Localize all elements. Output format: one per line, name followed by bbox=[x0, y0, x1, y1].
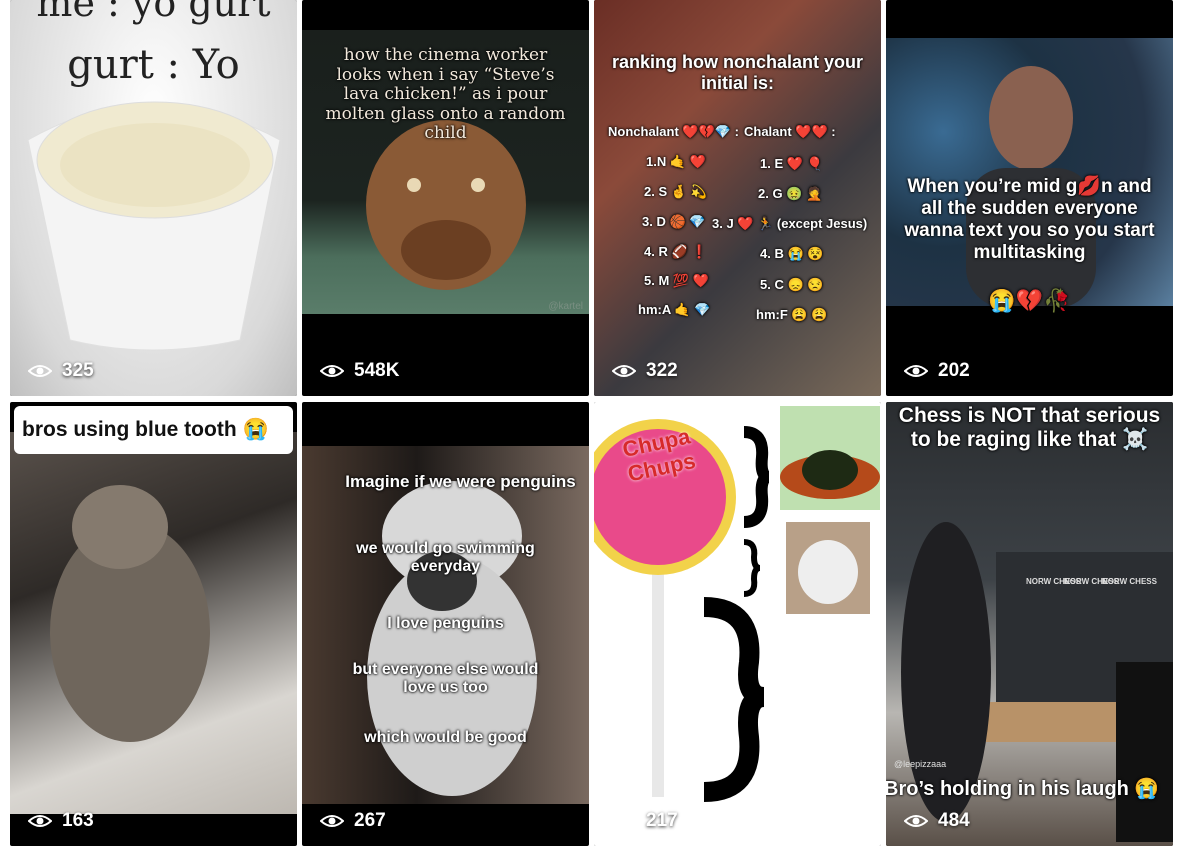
view-count: 322 bbox=[612, 360, 678, 382]
eye-icon bbox=[612, 365, 636, 377]
view-count-value: 217 bbox=[646, 810, 678, 831]
eye-icon bbox=[904, 815, 928, 827]
video-tile[interactable]: NORW CHESS NORW CHESS NORW CHESS Chess i… bbox=[886, 402, 1173, 846]
person-image bbox=[966, 66, 1096, 306]
video-thumbnail bbox=[10, 432, 297, 814]
emoji-row: 😭💔🥀 bbox=[988, 288, 1071, 313]
view-count: 217 bbox=[612, 810, 678, 832]
left-item: 4. R 🏈 ❗ bbox=[644, 244, 708, 259]
eye-icon bbox=[612, 815, 636, 827]
video-tile[interactable]: how the cinema worker looks when i say “… bbox=[302, 0, 589, 396]
video-tile[interactable]: ranking how nonchalant your initial is: … bbox=[594, 0, 881, 396]
left-item: 2. S 🤞 💫 bbox=[644, 184, 707, 199]
text-line: but everyone else would love us too bbox=[352, 661, 539, 697]
video-grid: me : yo gurt gurt : Yo 325 how the cinem… bbox=[0, 0, 1179, 846]
view-count-value: 202 bbox=[938, 360, 970, 381]
right-heading: Chalant ❤️❤️ : bbox=[744, 124, 836, 139]
view-count: 163 bbox=[28, 810, 94, 832]
view-count-value: 484 bbox=[938, 810, 970, 831]
right-item: 5. C 😞 😒 bbox=[760, 277, 824, 292]
video-thumbnail: When you’re mid g💋n and all the sudden e… bbox=[886, 38, 1173, 306]
left-item: 3. D 🏀 💎 bbox=[642, 214, 706, 229]
view-count-value: 325 bbox=[62, 360, 94, 381]
eye-icon bbox=[320, 815, 344, 827]
list-title: ranking how nonchalant your initial is: bbox=[611, 52, 863, 93]
view-count: 325 bbox=[28, 360, 94, 382]
eye-icon bbox=[28, 365, 52, 377]
eye-icon bbox=[320, 365, 344, 377]
sponsor-banner-text: NORW CHESS bbox=[1102, 577, 1157, 586]
view-count-value: 322 bbox=[646, 360, 678, 381]
watermark: @kartel bbox=[548, 301, 583, 312]
video-thumbnail: Imagine if we were penguins we would go … bbox=[302, 446, 589, 804]
video-thumbnail: how the cinema worker looks when i say “… bbox=[302, 30, 589, 314]
video-thumbnail: Chupa Chups bbox=[594, 402, 881, 846]
view-count: 267 bbox=[320, 810, 386, 832]
text-line: I love penguins bbox=[387, 615, 504, 632]
text-line: we would go swimming everyday bbox=[356, 540, 535, 576]
video-tile[interactable]: me : yo gurt gurt : Yo 325 bbox=[10, 0, 297, 396]
right-item: 4. B 😭 😵 bbox=[760, 246, 824, 261]
video-tile[interactable]: bros using blue tooth 😭 163 bbox=[10, 402, 297, 846]
eye-icon bbox=[28, 815, 52, 827]
caption: Chess is NOT that serious to be raging l… bbox=[898, 404, 1161, 452]
honorable-mention-right: hm:F 😩 😩 bbox=[756, 307, 828, 322]
text-line: Imagine if we were penguins bbox=[345, 472, 576, 491]
video-thumbnail: me : yo gurt gurt : Yo bbox=[10, 0, 297, 396]
caption: how the cinema worker looks when i say “… bbox=[325, 45, 566, 144]
view-count-value: 548K bbox=[354, 360, 400, 381]
eye-icon bbox=[904, 365, 928, 377]
right-item: 3. J ❤️ 🏃 (except Jesus) bbox=[712, 216, 868, 231]
caption: When you’re mid g💋n and all the sudden e… bbox=[904, 176, 1155, 263]
view-count: 548K bbox=[320, 360, 399, 382]
yogurt-cup-image bbox=[27, 101, 281, 351]
left-item: 1.N 🤙 ❤️ bbox=[646, 154, 706, 169]
right-item: 1. E ❤️ 🎈 bbox=[760, 156, 823, 171]
view-count-value: 163 bbox=[62, 810, 94, 831]
honorable-mention-left: hm:A 🤙 💎 bbox=[638, 302, 711, 317]
bottom-caption: Bro’s holding in his laugh 😭 bbox=[886, 778, 1160, 800]
left-heading: Nonchalant ❤️💔💎 : bbox=[608, 124, 739, 139]
video-thumbnail: ranking how nonchalant your initial is: … bbox=[594, 0, 881, 396]
view-count: 202 bbox=[904, 360, 970, 382]
video-tile[interactable]: Imagine if we were penguins we would go … bbox=[302, 402, 589, 846]
video-tile[interactable]: When you’re mid g💋n and all the sudden e… bbox=[886, 0, 1173, 396]
text-line: which would be good bbox=[364, 729, 527, 746]
left-item: 5. M 💯 ❤️ bbox=[644, 273, 709, 288]
right-item: 2. G 🤢 🤦 bbox=[758, 186, 823, 201]
cat-image bbox=[50, 485, 210, 742]
video-tile[interactable]: Chupa Chups 217 bbox=[594, 402, 881, 846]
watermark: @leepizzaaa bbox=[894, 759, 947, 769]
view-count-value: 267 bbox=[354, 810, 386, 831]
view-count: 484 bbox=[904, 810, 970, 832]
caption: bros using blue tooth 😭 bbox=[22, 418, 269, 441]
video-thumbnail: NORW CHESS NORW CHESS NORW CHESS Chess i… bbox=[886, 402, 1173, 846]
